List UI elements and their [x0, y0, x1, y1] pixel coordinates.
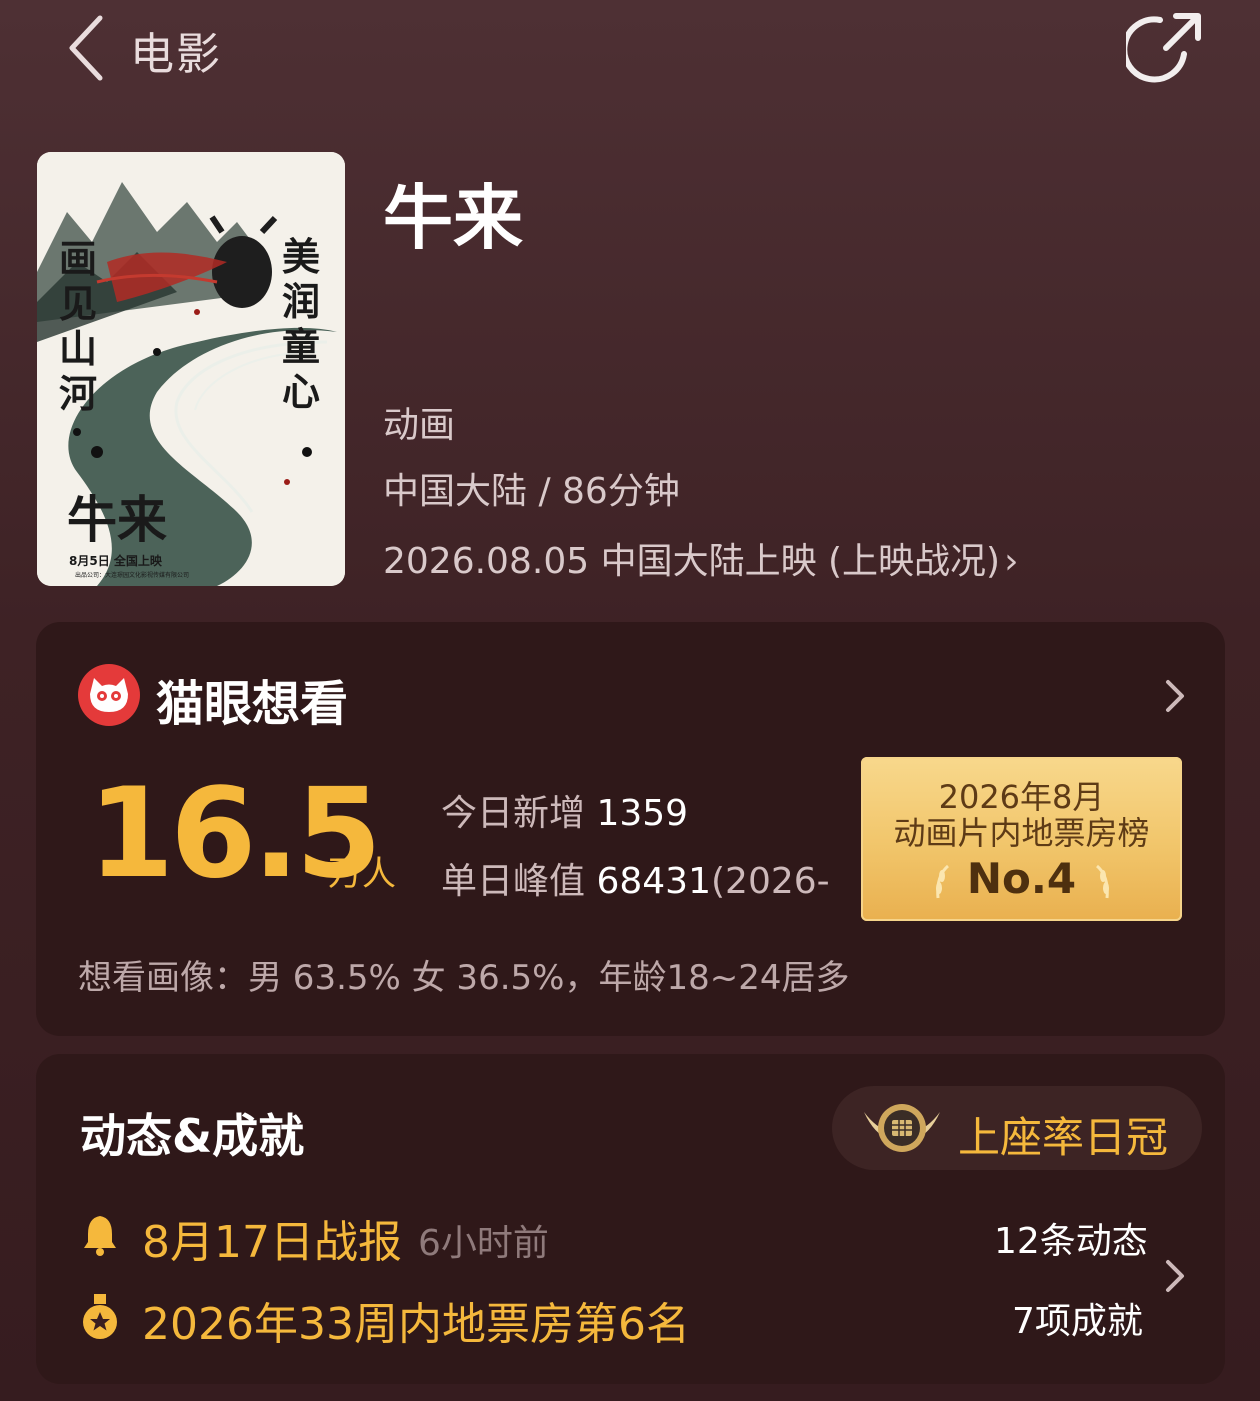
today-value: 1359 — [596, 793, 689, 834]
movie-region-duration: 中国大陆 / 86分钟 — [383, 471, 680, 512]
audience-portrait: 想看画像：男 63.5% 女 36.5%，年龄18~24居多 — [78, 958, 850, 998]
want-title: 猫眼想看 — [156, 676, 349, 732]
trophy-badge-icon — [860, 1094, 944, 1162]
award-text: 上座率日冠 — [958, 1113, 1169, 1162]
medal-icon — [80, 1292, 120, 1340]
svg-text:出品公司：大连璟园文化影视传媒有限公司: 出品公司：大连璟园文化影视传媒有限公司 — [75, 571, 189, 579]
svg-text:见: 见 — [59, 281, 97, 326]
box-office-report-link[interactable]: 8月17日战报 — [142, 1206, 402, 1270]
page-title: 电影 — [130, 29, 222, 80]
svg-text:山: 山 — [59, 326, 97, 371]
achievement-count: 7项成就 — [1012, 1301, 1143, 1342]
chevron-left-icon — [69, 15, 103, 81]
chevron-right-icon: › — [1004, 541, 1019, 582]
dynamics-count: 12条动态 — [994, 1221, 1148, 1262]
laurel-left-icon — [930, 862, 956, 902]
peak-suffix: (2026- — [711, 861, 830, 902]
peak-value: 68431 — [596, 861, 711, 902]
report-timestamp: 6小时前 — [418, 1223, 549, 1264]
peak-label: 单日峰值 — [441, 861, 586, 902]
share-button[interactable] — [1121, 8, 1206, 88]
bell-icon — [80, 1212, 120, 1256]
svg-text:心: 心 — [282, 369, 320, 414]
maoyan-logo-icon — [78, 664, 140, 726]
achievement-link[interactable]: 2026年33周内地票房第6名 — [142, 1288, 690, 1352]
rank-category: 动画片内地票房榜 — [893, 814, 1150, 852]
dynamics-title: 动态&成就 — [80, 1109, 305, 1163]
laurel-right-icon — [1089, 862, 1115, 902]
svg-text:河: 河 — [59, 371, 97, 416]
movie-genre: 动画 — [383, 405, 456, 446]
release-text: 2026.08.05 中国大陆上映 (上映战况) — [383, 541, 1001, 582]
movie-poster[interactable]: 画 见 山 河 美 润 童 心 牛来 8月5日 全国上映 出品公司：大连璟园文化… — [37, 152, 345, 586]
svg-text:画: 画 — [59, 236, 97, 281]
share-icon — [1121, 13, 1201, 83]
poster-image: 画 见 山 河 美 润 童 心 牛来 8月5日 全国上映 出品公司：大连璟园文化… — [37, 152, 345, 586]
svg-text:童: 童 — [282, 324, 320, 369]
movie-release-link[interactable]: 2026.08.05 中国大陆上映 (上映战况) › — [383, 532, 1019, 584]
svg-text:8月5日 全国上映: 8月5日 全国上映 — [69, 553, 163, 568]
chevron-right-icon[interactable] — [1160, 1256, 1190, 1296]
svg-text:牛来: 牛来 — [67, 490, 167, 549]
today-label: 今日新增 — [441, 793, 586, 834]
back-button[interactable] — [60, 8, 116, 84]
want-unit: 万人 — [328, 854, 396, 894]
movie-title: 牛来 — [383, 177, 523, 259]
svg-text:润: 润 — [282, 279, 320, 324]
daily-peak: 单日峰值 68431(2026- — [441, 852, 855, 904]
chevron-right-icon[interactable] — [1160, 676, 1190, 716]
today-increase: 今日新增 1359 — [441, 784, 688, 836]
rank-number: No.4 — [966, 854, 1077, 903]
svg-text:美: 美 — [282, 234, 320, 279]
